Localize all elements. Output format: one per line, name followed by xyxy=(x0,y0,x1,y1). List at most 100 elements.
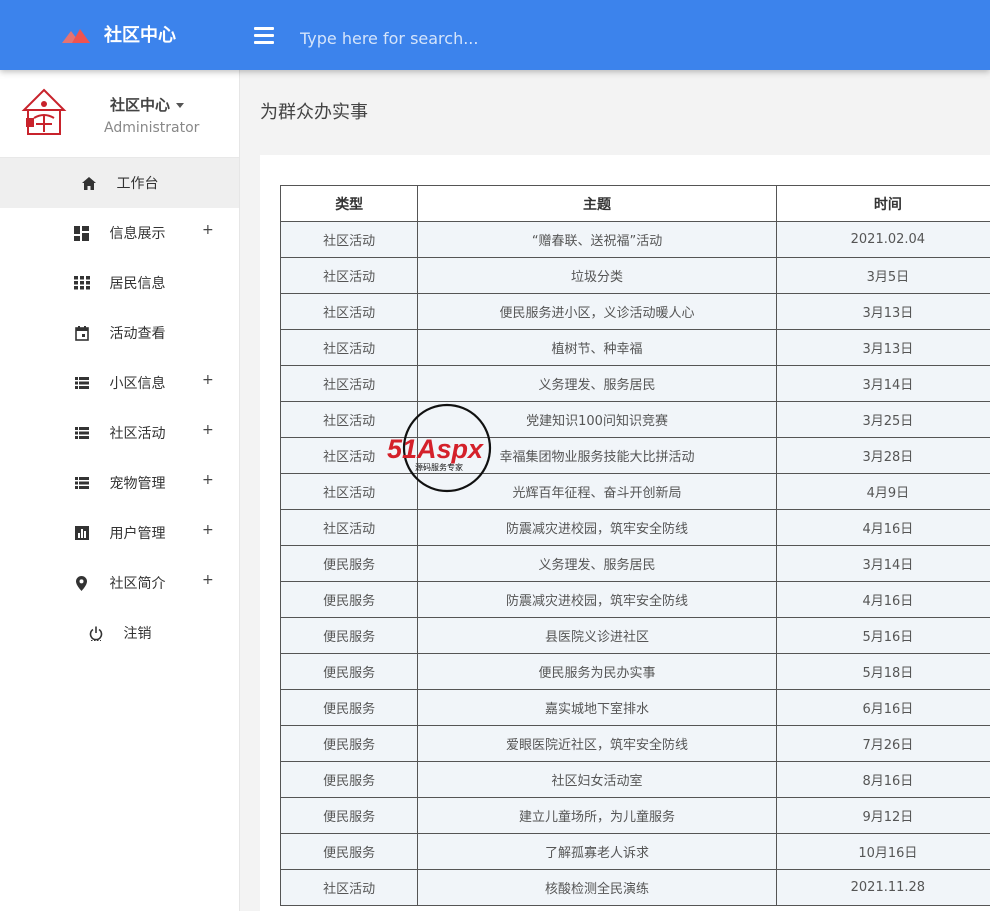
cell-time: 3月13日 xyxy=(775,293,990,330)
mountain-logo-icon xyxy=(62,25,92,47)
table-row: 社区活动 义务理发、服务居民 3月14日 xyxy=(279,365,990,402)
cell-time: 3月25日 xyxy=(775,401,990,438)
profile-role: Administrator xyxy=(104,120,200,136)
cell-type: 便民服务 xyxy=(279,689,419,726)
sidebar-item-label: 注销 xyxy=(123,626,152,642)
cell-time: 3月28日 xyxy=(775,437,990,474)
expand-plus-icon[interactable]: + xyxy=(202,222,214,238)
home-icon xyxy=(81,175,97,191)
cell-time: 3月13日 xyxy=(775,329,990,366)
column-header-type: 类型 xyxy=(279,185,419,222)
sidebar-item-community-activities[interactable]: 社区活动 + xyxy=(0,408,239,458)
sidebar-item-label: 工作台 xyxy=(116,176,159,192)
cell-type: 便民服务 xyxy=(279,545,419,582)
cell-topic: 嘉实城地下室排水 xyxy=(417,689,777,726)
sidebar-item-label: 社区简介 xyxy=(109,576,166,592)
sidebar-item-community-intro[interactable]: 社区简介 + xyxy=(0,558,239,608)
expand-plus-icon[interactable]: + xyxy=(202,372,214,388)
column-header-topic: 主题 xyxy=(417,185,777,222)
table-row: 便民服务 县医院义诊进社区 5月16日 xyxy=(279,617,990,654)
cell-time: 9月12日 xyxy=(775,797,990,834)
watermark-logo: 51Aspx 源码服务专家 xyxy=(385,400,515,496)
list-icon xyxy=(74,375,90,391)
table-row: 社区活动 垃圾分类 3月5日 xyxy=(279,257,990,294)
search-input[interactable] xyxy=(290,20,710,56)
cell-type: 便民服务 xyxy=(279,617,419,654)
table-row: 社区活动 便民服务进小区，义诊活动暖人心 3月13日 xyxy=(279,293,990,330)
table-row: 便民服务 防震减灾进校园，筑牢安全防线 4月16日 xyxy=(279,581,990,618)
cell-topic: 垃圾分类 xyxy=(417,257,777,294)
cell-topic: 植树节、种幸福 xyxy=(417,329,777,366)
sidebar-item-label: 信息展示 xyxy=(109,226,166,242)
sidebar-item-user-management[interactable]: 用户管理 + xyxy=(0,508,239,558)
table-row: 便民服务 了解孤寡老人诉求 10月16日 xyxy=(279,833,990,870)
expand-plus-icon[interactable]: + xyxy=(202,472,214,488)
cell-type: 社区活动 xyxy=(279,329,419,366)
sidebar-item-label: 社区活动 xyxy=(109,426,166,442)
cell-topic: 了解孤寡老人诉求 xyxy=(417,833,777,870)
table-row: 便民服务 便民服务为民办实事 5月18日 xyxy=(279,653,990,690)
cell-time: 10月16日 xyxy=(775,833,990,870)
dashboard-icon xyxy=(74,225,90,241)
cell-time: 6月16日 xyxy=(775,689,990,726)
cell-type: 便民服务 xyxy=(279,833,419,870)
cell-type: 便民服务 xyxy=(279,653,419,690)
sidebar-item-label: 居民信息 xyxy=(109,276,166,292)
cell-type: 便民服务 xyxy=(279,761,419,798)
profile-name: 社区中心 xyxy=(110,96,171,114)
table-row: 社区活动 防震减灾进校园，筑牢安全防线 4月16日 xyxy=(279,509,990,546)
sidebar-item-info-display[interactable]: 信息展示 + xyxy=(0,208,239,258)
cell-time: 5月18日 xyxy=(775,653,990,690)
cell-type: 便民服务 xyxy=(279,797,419,834)
cell-time: 4月9日 xyxy=(775,473,990,510)
watermark-text: 51Aspx xyxy=(387,434,484,464)
cell-topic: 社区妇女活动室 xyxy=(417,761,777,798)
events-table: 类型 主题 时间 社区活动 “赠春联、送祝福”活动 2021.02.04 社区活动垃… xyxy=(279,185,990,906)
cell-topic: 便民服务为民办实事 xyxy=(417,653,777,690)
cell-type: 社区活动 xyxy=(279,509,419,546)
list-icon xyxy=(74,425,90,441)
cell-type: 社区活动 xyxy=(279,365,419,402)
top-bar: 社区中心 xyxy=(0,0,990,70)
cell-topic: 爱眼医院近社区，筑牢安全防线 xyxy=(417,725,777,762)
cell-time: 3月14日 xyxy=(775,365,990,402)
cell-type: 社区活动 xyxy=(279,221,419,258)
power-icon xyxy=(88,625,104,641)
cell-topic: “赠春联、送祝福”活动 xyxy=(417,221,777,258)
table-row: 社区活动 核酸检测全民演练 2021.11.28 xyxy=(279,869,990,906)
expand-plus-icon[interactable]: + xyxy=(202,522,214,538)
cell-topic: 县医院义诊进社区 xyxy=(417,617,777,654)
cell-topic: 防震减灾进校园，筑牢安全防线 xyxy=(417,581,777,618)
column-header-time: 时间 xyxy=(775,185,990,222)
cell-time: 7月26日 xyxy=(775,725,990,762)
cell-time: 3月5日 xyxy=(775,257,990,294)
sidebar-item-estate-info[interactable]: 小区信息 + xyxy=(0,358,239,408)
sidebar-item-workbench[interactable]: 工作台 xyxy=(0,158,239,208)
sidebar-item-pet-management[interactable]: 宠物管理 + xyxy=(0,458,239,508)
sidebar-item-activities-view[interactable]: 活动查看 xyxy=(0,308,239,358)
cell-topic: 义务理发、服务居民 xyxy=(417,545,777,582)
sidebar: 社区中心 Administrator 工作台 信息展示 + 居民信息 活动查看 … xyxy=(0,70,240,911)
table-header-row: 类型 主题 时间 xyxy=(279,185,990,222)
table-row: 社区活动 植树节、种幸福 3月13日 xyxy=(279,329,990,366)
cell-time: 2021.11.28 xyxy=(775,869,990,906)
sidebar-item-label: 小区信息 xyxy=(109,376,166,392)
expand-plus-icon[interactable]: + xyxy=(202,422,214,438)
profile-panel: 社区中心 Administrator xyxy=(0,70,239,158)
cell-time: 2021.02.04 xyxy=(775,221,990,258)
location-pin-icon xyxy=(74,575,90,591)
sidebar-item-residents[interactable]: 居民信息 xyxy=(0,258,239,308)
sidebar-item-logout[interactable]: 注销 xyxy=(0,608,239,658)
brand[interactable]: 社区中心 xyxy=(62,22,176,50)
cell-time: 3月14日 xyxy=(775,545,990,582)
table-row: 便民服务 社区妇女活动室 8月16日 xyxy=(279,761,990,798)
sidebar-item-label: 宠物管理 xyxy=(109,476,166,492)
hamburger-menu-icon[interactable] xyxy=(254,27,274,45)
expand-plus-icon[interactable]: + xyxy=(202,572,214,588)
table-row: 社区活动 “赠春联、送祝福”活动 2021.02.04 xyxy=(279,221,990,258)
cell-type: 便民服务 xyxy=(279,581,419,618)
profile-name-dropdown[interactable]: 社区中心 xyxy=(110,94,185,115)
cell-topic: 防震减灾进校园，筑牢安全防线 xyxy=(417,509,777,546)
chart-icon xyxy=(74,525,90,541)
list-icon xyxy=(74,475,90,491)
